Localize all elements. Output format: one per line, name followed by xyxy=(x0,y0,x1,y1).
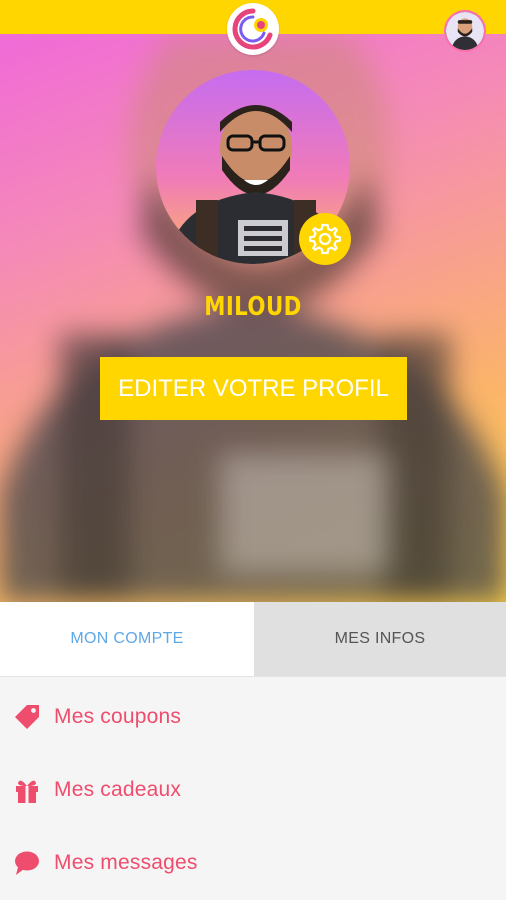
menu-item-coupons[interactable]: Mes coupons xyxy=(0,689,506,745)
chat-bubble-icon xyxy=(12,848,42,878)
profile-tabs: MON COMPTE MES INFOS xyxy=(0,602,506,676)
menu-item-label: Mes coupons xyxy=(54,705,182,728)
app-logo-icon[interactable] xyxy=(227,3,279,55)
menu-item-label: Mes cadeaux xyxy=(54,778,182,801)
account-menu: Mes coupons Mes cadeaux Mes messages xyxy=(0,676,506,900)
tab-mon-compte[interactable]: MON COMPTE xyxy=(0,602,254,676)
tag-icon xyxy=(12,702,42,732)
menu-item-messages[interactable]: Mes messages xyxy=(0,835,506,891)
profile-settings-button[interactable] xyxy=(299,213,351,265)
gear-icon xyxy=(309,223,341,255)
tab-mes-infos[interactable]: MES INFOS xyxy=(254,602,506,676)
gift-icon xyxy=(12,775,42,805)
profile-username: MILOUD xyxy=(204,292,302,322)
user-avatar-small[interactable] xyxy=(444,10,486,52)
edit-profile-button[interactable]: EDITER VOTRE PROFIL xyxy=(100,357,407,420)
menu-item-cadeaux[interactable]: Mes cadeaux xyxy=(0,762,506,818)
menu-item-label: Mes messages xyxy=(54,851,198,874)
